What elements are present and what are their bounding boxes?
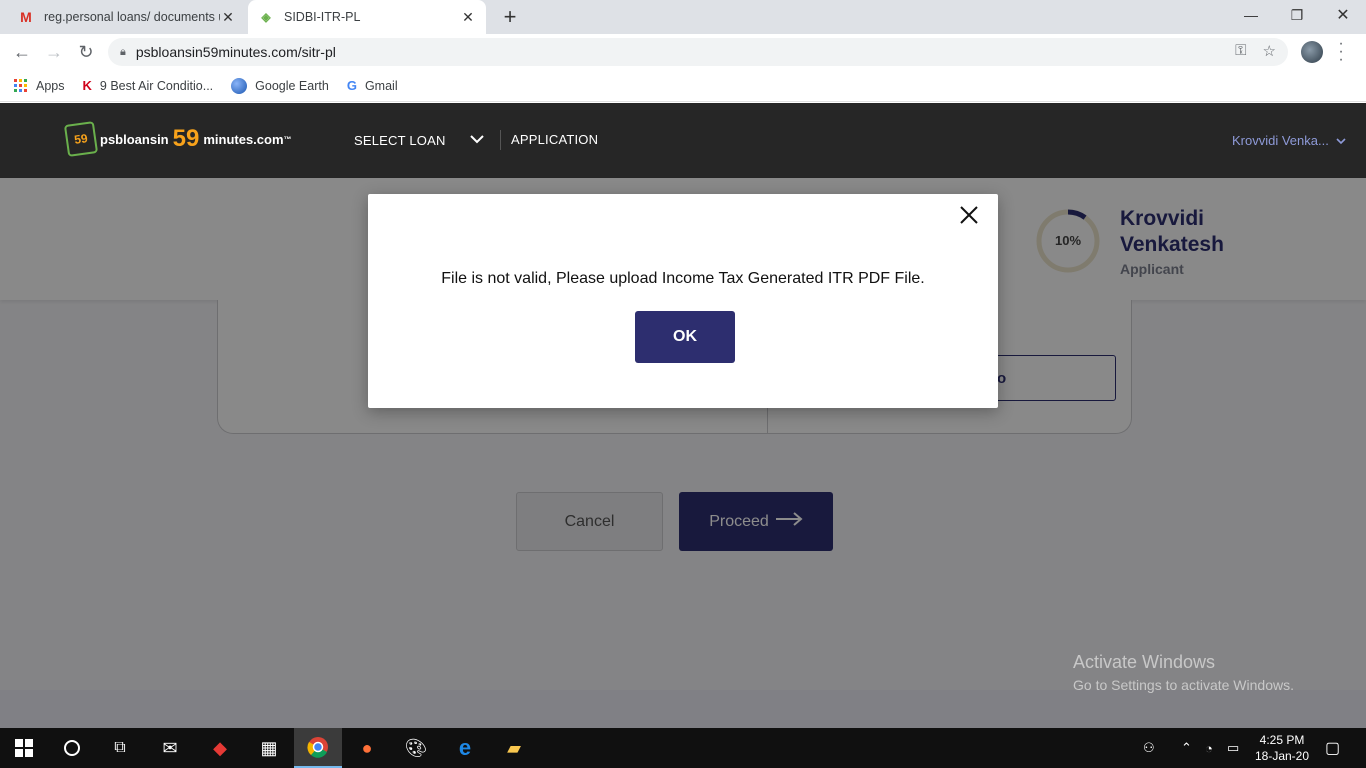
address-url: psbloansin59minutes.com/sitr-pl bbox=[135, 44, 336, 60]
close-tab-icon[interactable]: ✕ bbox=[220, 9, 236, 26]
clock-time: 4:25 PM bbox=[1259, 733, 1305, 747]
chevron-down-icon bbox=[1336, 133, 1347, 148]
ok-button[interactable]: OK bbox=[635, 311, 735, 363]
system-clock[interactable]: 4:25 PM 18-Jan-20 bbox=[1252, 732, 1312, 764]
windows-start-icon[interactable] bbox=[0, 728, 48, 768]
site-logo[interactable]: 59 psbloansin 59 minutes.com ™ bbox=[63, 121, 292, 157]
google-earth-icon bbox=[231, 77, 248, 94]
chevron-down-icon[interactable] bbox=[470, 131, 484, 147]
logo-tm: ™ bbox=[283, 134, 292, 144]
watermark-subtitle: Go to Settings to activate Windows. bbox=[1073, 677, 1294, 693]
bookmark-label: Google Earth bbox=[255, 78, 329, 93]
bookmarks-bar: Apps K 9 Best Air Conditio... Google Ear… bbox=[0, 70, 1366, 102]
dialog-message: File is not valid, Please upload Income … bbox=[441, 270, 925, 287]
notifications-icon[interactable]: ▢ bbox=[1325, 728, 1340, 768]
tab-sidbi-itr[interactable]: ◈ SIDBI-ITR-PL ✕ bbox=[248, 0, 486, 34]
logo-suffix: minutes.com bbox=[203, 131, 284, 147]
paint-icon[interactable]: 🎨︎ bbox=[392, 728, 440, 768]
chevron-up-icon[interactable]: ⌃ bbox=[1181, 728, 1192, 768]
gmail-icon: M bbox=[20, 9, 32, 25]
edge-icon[interactable]: e bbox=[441, 728, 489, 768]
sketchup-icon[interactable]: ◆ bbox=[196, 728, 244, 768]
tab-title: SIDBI-ITR-PL bbox=[284, 10, 361, 24]
k-icon: K bbox=[82, 78, 92, 93]
tab-title: reg.personal loans/ documents u bbox=[44, 10, 220, 24]
bookmark-star-icon[interactable]: ☆ bbox=[1263, 42, 1276, 60]
minimize-icon[interactable]: — bbox=[1228, 0, 1274, 30]
forward-icon[interactable]: → bbox=[42, 40, 66, 64]
calculator-icon[interactable]: ▦ bbox=[245, 728, 293, 768]
close-tab-icon[interactable]: ✕ bbox=[460, 9, 476, 26]
logo-badge-icon: 59 bbox=[63, 121, 99, 157]
user-menu[interactable]: Krovvidi Venka... bbox=[1232, 133, 1347, 148]
logo-prefix: psbloansin bbox=[100, 131, 169, 147]
nav-divider bbox=[500, 130, 501, 150]
new-tab-button[interactable]: + bbox=[498, 5, 522, 29]
bookmark-gmail[interactable]: G Gmail bbox=[347, 78, 398, 93]
task-view-icon[interactable]: ⧉ bbox=[96, 728, 144, 768]
battery-icon[interactable]: ▭ bbox=[1227, 728, 1239, 768]
people-icon[interactable]: ⚇ bbox=[1143, 728, 1155, 768]
page-content: 59 psbloansin 59 minutes.com ™ SELECT LO… bbox=[0, 103, 1366, 728]
tab-gmail[interactable]: M reg.personal loans/ documents u ✕ bbox=[8, 0, 246, 34]
apps-grid-icon bbox=[14, 79, 27, 92]
restore-icon[interactable]: ❐ bbox=[1274, 0, 1320, 30]
lock-icon: 🔒︎ bbox=[120, 45, 126, 58]
bookmark-label: Gmail bbox=[364, 78, 398, 93]
nav-application[interactable]: APPLICATION bbox=[511, 132, 598, 147]
windows-taskbar: ⧉ ✉ ◆ ▦ ● 🎨︎ e ▰ ⚇ ⌃ ◔ ▭ 4:25 PM 18-Jan-… bbox=[0, 728, 1366, 768]
close-icon[interactable] bbox=[958, 204, 980, 226]
chrome-menu-icon[interactable]: · · · bbox=[1336, 36, 1346, 68]
logo-number: 59 bbox=[172, 125, 200, 152]
browser-tab-strip: M reg.personal loans/ documents u ✕ ◈ SI… bbox=[0, 0, 1366, 34]
watermark-title: Activate Windows bbox=[1073, 652, 1216, 672]
user-menu-label: Krovvidi Venka... bbox=[1232, 133, 1329, 148]
search-circle-icon[interactable] bbox=[48, 728, 96, 768]
address-bar[interactable]: 🔒︎ psbloansin59minutes.com/sitr-pl ⚿ ☆ bbox=[108, 38, 1288, 66]
mail-icon[interactable]: ✉ bbox=[146, 728, 194, 768]
firefox-icon[interactable]: ● bbox=[343, 728, 391, 768]
back-icon[interactable]: ← bbox=[10, 40, 34, 64]
bookmark-label: 9 Best Air Conditio... bbox=[99, 78, 214, 93]
chrome-icon[interactable] bbox=[294, 728, 342, 768]
error-dialog: File is not valid, Please upload Income … bbox=[368, 194, 998, 408]
bookmark-label: Apps bbox=[36, 78, 65, 93]
file-explorer-icon[interactable]: ▰ bbox=[490, 728, 538, 768]
key-icon[interactable]: ⚿ bbox=[1235, 42, 1246, 60]
wifi-icon[interactable]: ◔ bbox=[1205, 728, 1213, 768]
browser-toolbar: ← → ↻ 🔒︎ psbloansin59minutes.com/sitr-pl… bbox=[0, 34, 1366, 70]
nav-select-loan[interactable]: SELECT LOAN bbox=[354, 133, 446, 148]
windows-activation-watermark: Activate Windows Go to Settings to activ… bbox=[1073, 652, 1294, 693]
site-favicon: ◈ bbox=[261, 10, 271, 24]
profile-avatar[interactable] bbox=[1301, 41, 1323, 63]
bookmark-google-earth[interactable]: Google Earth bbox=[231, 77, 329, 94]
clock-date: 18-Jan-20 bbox=[1254, 749, 1310, 763]
site-header: 59 psbloansin 59 minutes.com ™ SELECT LO… bbox=[0, 103, 1366, 178]
close-window-icon[interactable]: ✕ bbox=[1320, 0, 1366, 30]
bookmark-air-conditioners[interactable]: K 9 Best Air Conditio... bbox=[83, 78, 214, 93]
reload-icon[interactable]: ↻ bbox=[74, 40, 98, 64]
google-icon: G bbox=[346, 78, 357, 93]
bookmark-apps[interactable]: Apps bbox=[14, 79, 65, 93]
